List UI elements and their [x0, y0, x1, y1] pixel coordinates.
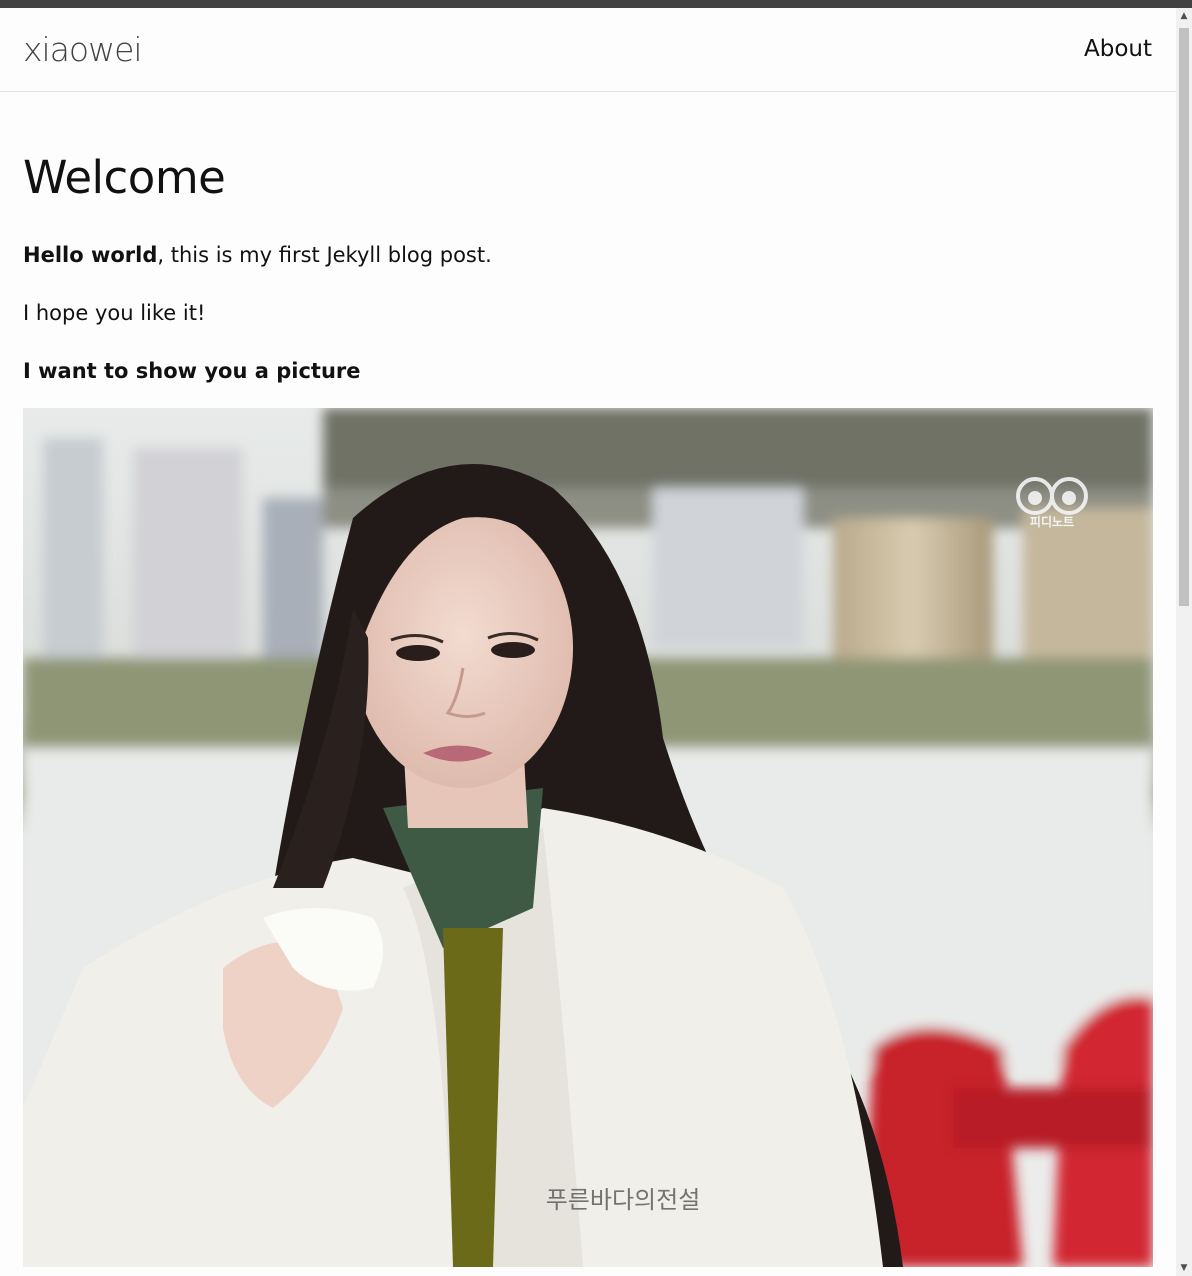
post-title: Welcome: [23, 151, 226, 204]
top-accent-bar: [0, 0, 1192, 8]
intro-bold-text: Hello world: [23, 243, 158, 267]
post-content: Welcome Hello world, this is my first Je…: [23, 140, 1153, 386]
intro-text: , this is my first Jekyll blog post.: [157, 243, 492, 267]
watermark-bottom: 푸른바다의전설: [546, 1186, 701, 1214]
section-heading: I want to show you a picture: [23, 359, 361, 383]
scroll-down-icon[interactable]: ▼: [1176, 1260, 1192, 1276]
watermark-top-right: 피디노트: [1030, 514, 1074, 529]
intro-paragraph: Hello world, this is my first Jekyll blo…: [23, 240, 1153, 270]
scrollbar-thumb[interactable]: [1179, 28, 1189, 606]
site-header: xiaowei About: [0, 8, 1176, 92]
site-title-link[interactable]: xiaowei: [23, 30, 143, 69]
post-photo: 피디노트 푸른바다의전설: [23, 408, 1153, 1267]
page-scrollbar[interactable]: ▲ ▼: [1176, 8, 1192, 1276]
nav-link-about[interactable]: About: [1084, 36, 1152, 62]
hope-paragraph: I hope you like it!: [23, 301, 206, 325]
scroll-up-icon[interactable]: ▲: [1176, 8, 1192, 24]
